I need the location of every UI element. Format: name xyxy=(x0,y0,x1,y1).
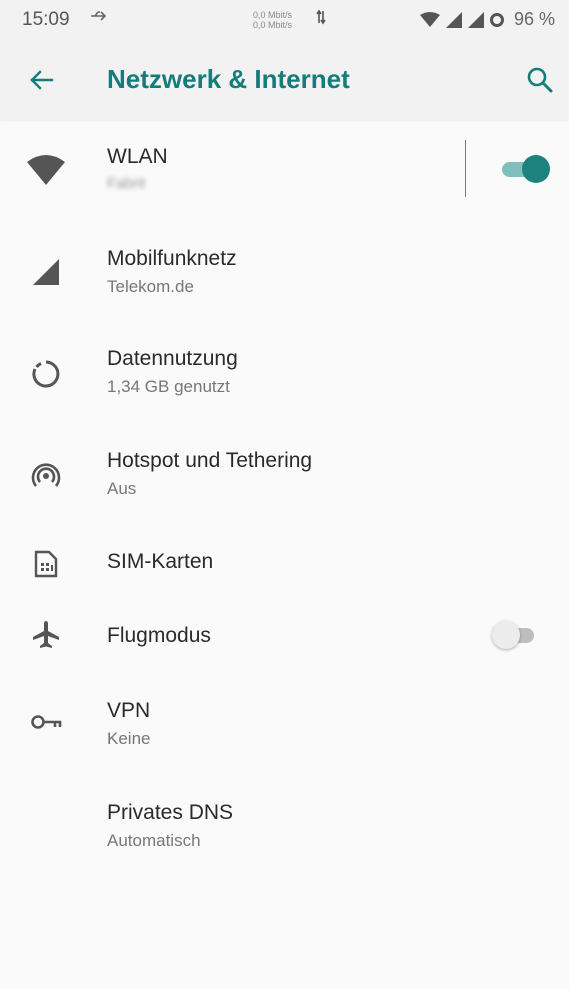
wifi-status-icon xyxy=(420,11,440,27)
signal-icon xyxy=(26,252,66,292)
vpn-key-icon xyxy=(26,702,66,742)
airplane-icon xyxy=(26,614,66,654)
wlan-toggle[interactable] xyxy=(500,153,552,185)
item-subtitle: Aus xyxy=(107,479,137,498)
toggle-thumb xyxy=(522,155,550,183)
item-title: WLAN xyxy=(107,145,168,168)
list-item-mobile-network[interactable]: Mobilfunknetz Telekom.de xyxy=(0,230,569,310)
list-item-airplane-mode[interactable]: Flugmodus xyxy=(0,610,569,670)
list-item-wlan[interactable]: WLAN Fabrit xyxy=(0,130,569,210)
item-subtitle: Automatisch xyxy=(107,831,201,850)
list-item-vpn[interactable]: VPN Keine xyxy=(0,684,569,764)
item-title: Mobilfunknetz xyxy=(107,247,237,270)
toggle-thumb xyxy=(492,621,520,649)
network-speed: 0,0 Mbit/s 0,0 Mbit/s xyxy=(253,10,292,30)
battery-percent: 96 % xyxy=(514,9,556,29)
list-item-sim-cards[interactable]: SIM-Karten xyxy=(0,536,569,596)
wifi-icon xyxy=(26,150,66,190)
data-usage-icon xyxy=(26,354,66,394)
status-time: 15:09 xyxy=(22,9,70,30)
status-icons: 96 % xyxy=(420,9,555,30)
screen: 15:09 0,0 Mbit/s 0,0 Mbit/s 96 % Netzwer… xyxy=(0,0,569,989)
item-title: VPN xyxy=(107,699,151,722)
search-button[interactable] xyxy=(524,64,556,96)
item-title: Flugmodus xyxy=(107,624,211,647)
arrow-back-icon xyxy=(30,70,54,90)
signal-status-icon xyxy=(446,11,462,28)
item-title: Privates DNS xyxy=(107,801,234,824)
item-subtitle: Keine xyxy=(107,729,151,748)
item-title: SIM-Karten xyxy=(107,550,214,573)
airplane-mode-toggle[interactable] xyxy=(492,619,544,651)
item-subtitle: 1,34 GB genutzt xyxy=(107,377,230,396)
search-icon xyxy=(527,67,553,93)
item-title: Hotspot und Tethering xyxy=(107,449,313,472)
status-bar: 15:09 0,0 Mbit/s 0,0 Mbit/s 96 % xyxy=(0,0,569,40)
usb-icon xyxy=(90,8,108,29)
list-item-private-dns[interactable]: Privates DNS Automatisch xyxy=(0,786,569,866)
back-button[interactable] xyxy=(22,62,62,102)
battery-icon xyxy=(490,12,504,27)
speed-down: 0,0 Mbit/s xyxy=(253,20,293,30)
signal2-status-icon xyxy=(468,11,484,28)
list-item-data-usage[interactable]: Datennutzung 1,34 GB genutzt xyxy=(0,332,569,412)
page-title: Netzwerk & Internet xyxy=(107,64,350,94)
item-subtitle: Fabrit xyxy=(107,175,146,192)
sim-card-icon xyxy=(26,544,66,584)
data-arrows-icon xyxy=(316,9,326,28)
app-bar: Netzwerk & Internet xyxy=(0,40,569,120)
divider xyxy=(465,140,466,197)
item-title: Datennutzung xyxy=(107,347,238,370)
item-subtitle: Telekom.de xyxy=(107,277,194,296)
speed-up: 0,0 Mbit/s xyxy=(253,10,293,20)
hotspot-icon xyxy=(26,456,66,496)
list-item-hotspot[interactable]: Hotspot und Tethering Aus xyxy=(0,434,569,514)
